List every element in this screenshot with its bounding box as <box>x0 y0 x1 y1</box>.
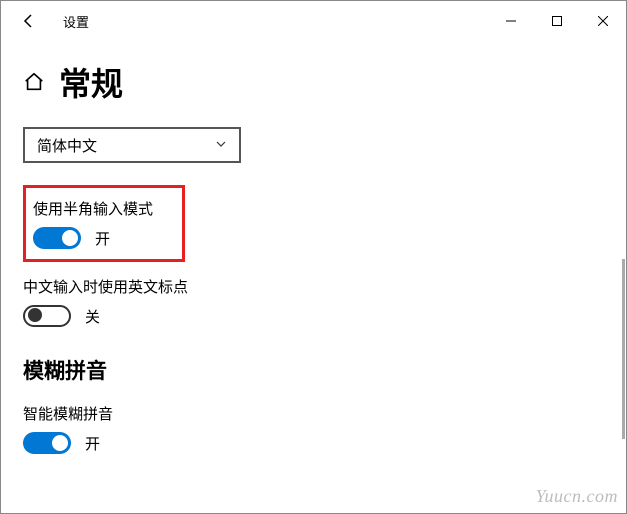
half-width-toggle-row: 开 <box>33 227 175 249</box>
half-width-state: 开 <box>95 228 110 249</box>
back-button[interactable] <box>15 7 43 35</box>
content-area: 常规 简体中文 使用半角输入模式 开 中文输入时使用英文标点 关 模糊拼音 智能… <box>1 41 626 454</box>
chevron-down-icon <box>215 137 227 153</box>
english-punct-label: 中文输入时使用英文标点 <box>23 276 604 297</box>
page-heading: 常规 <box>23 59 604 105</box>
close-button[interactable] <box>580 5 626 37</box>
toggle-thumb <box>28 308 42 322</box>
page-title: 常规 <box>59 59 123 105</box>
half-width-toggle[interactable] <box>33 227 81 249</box>
home-icon <box>23 64 59 101</box>
toggle-thumb <box>52 435 68 451</box>
smart-fuzzy-state: 开 <box>85 433 100 454</box>
fuzzy-pinyin-heading: 模糊拼音 <box>23 355 604 385</box>
english-punct-toggle-row: 关 <box>23 305 604 327</box>
english-punct-state: 关 <box>85 306 100 327</box>
smart-fuzzy-toggle[interactable] <box>23 432 71 454</box>
english-punct-toggle[interactable] <box>23 305 71 327</box>
titlebar: 设置 <box>1 1 626 41</box>
minimize-button[interactable] <box>488 5 534 37</box>
maximize-button[interactable] <box>534 5 580 37</box>
watermark: Yuucn.com <box>536 486 618 507</box>
vertical-scrollbar[interactable] <box>622 259 625 439</box>
toggle-thumb <box>62 230 78 246</box>
highlighted-setting: 使用半角输入模式 开 <box>23 185 185 262</box>
window-title: 设置 <box>63 12 89 31</box>
language-select-value: 简体中文 <box>37 135 97 156</box>
smart-fuzzy-label: 智能模糊拼音 <box>23 403 604 424</box>
language-select[interactable]: 简体中文 <box>23 127 241 163</box>
smart-fuzzy-toggle-row: 开 <box>23 432 604 454</box>
smart-fuzzy-setting: 智能模糊拼音 开 <box>23 403 604 454</box>
english-punct-setting: 中文输入时使用英文标点 关 <box>23 276 604 327</box>
half-width-label: 使用半角输入模式 <box>33 198 175 219</box>
window-controls <box>488 5 626 37</box>
